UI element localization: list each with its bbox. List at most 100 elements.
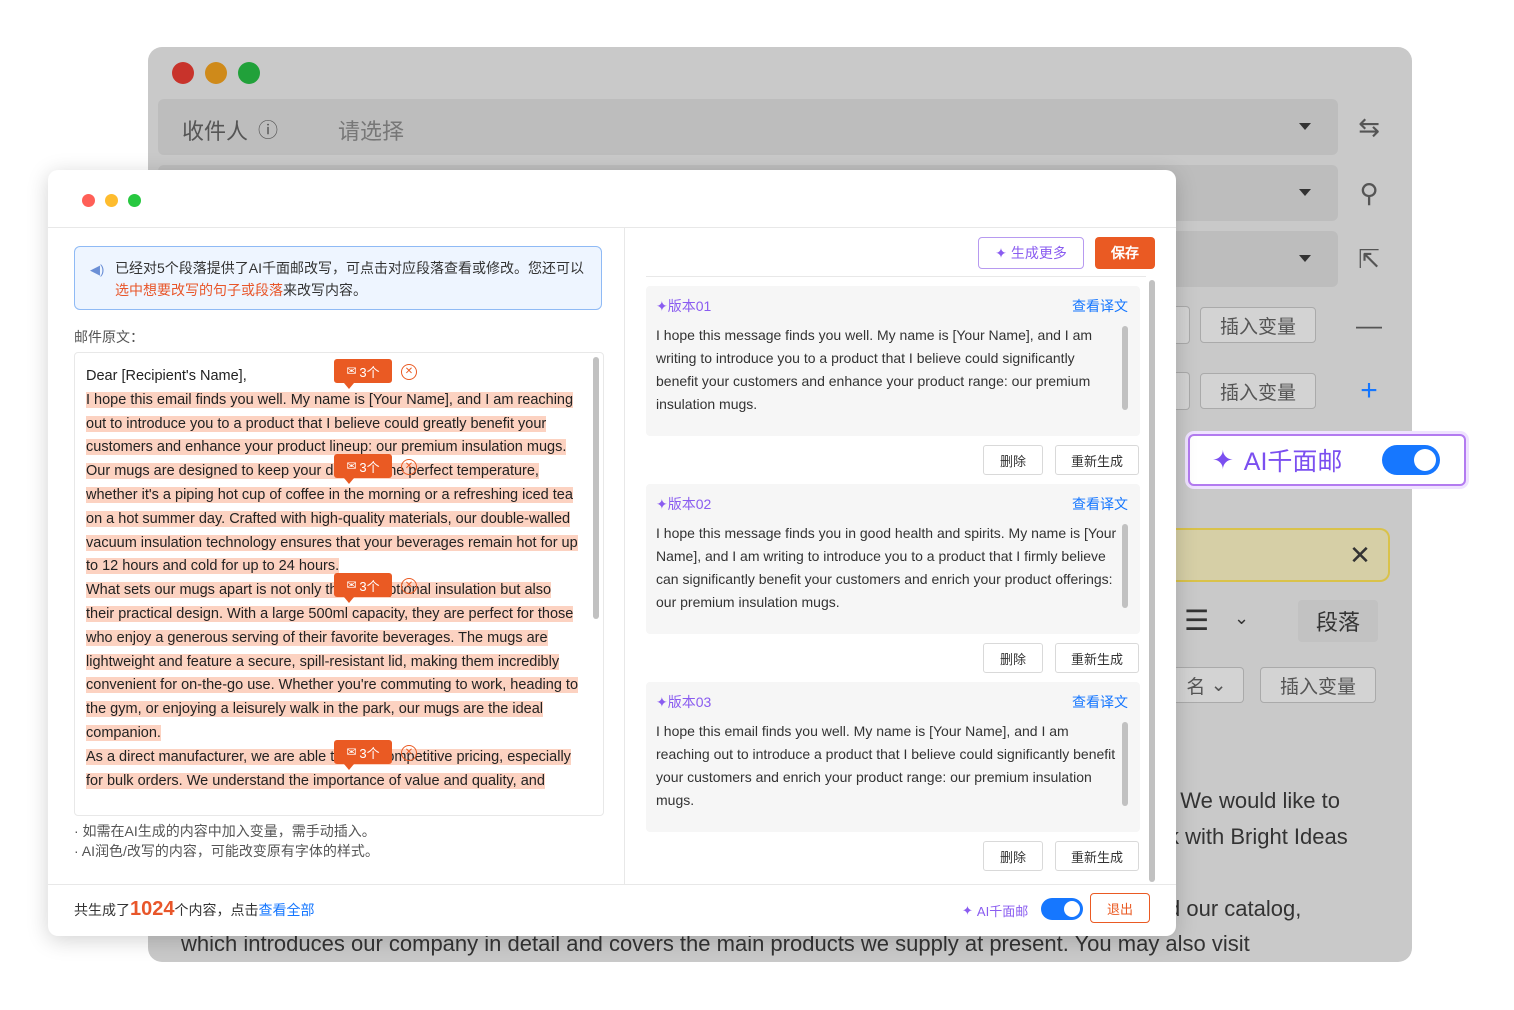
badge-label: 3个 — [359, 459, 380, 475]
version-card[interactable]: ✦版本01 查看译文 I hope this message finds you… — [646, 286, 1140, 436]
scrollbar[interactable] — [1149, 280, 1155, 882]
notice-highlight: 选中想要改写的句子或段落 — [115, 282, 283, 298]
notes: · 如需在AI生成的内容中加入变量，需手动插入。 · AI润色/改写的内容，可能… — [74, 821, 379, 861]
summary-middle: 个内容，点击 — [174, 902, 259, 918]
version-text[interactable]: I hope this email finds you well. My nam… — [656, 720, 1118, 812]
insert-variable-button[interactable]: 插入变量 — [1200, 373, 1316, 409]
version-title: ✦版本03 — [656, 694, 712, 710]
mail-icon: ✉ — [346, 364, 357, 378]
generate-more-button[interactable]: ✦ 生成更多 — [978, 237, 1084, 269]
version-title: ✦版本01 — [656, 298, 712, 314]
version-title: ✦版本02 — [656, 496, 712, 512]
view-translation-link[interactable]: 查看译文 — [1072, 296, 1128, 316]
paragraph-select[interactable]: 段落 — [1298, 600, 1378, 642]
mail-icon: ✉ — [346, 745, 357, 759]
version-card[interactable]: ✦版本03 查看译文 I hope this email finds you w… — [646, 682, 1140, 832]
version-count-badge[interactable]: ✉ 3个 — [334, 573, 392, 603]
swap-icon[interactable]: ⇆ — [1353, 111, 1385, 143]
user-search-icon[interactable]: ⚲ — [1353, 177, 1385, 209]
save-button[interactable]: 保存 — [1095, 237, 1155, 269]
delete-button[interactable]: 删除 — [983, 643, 1043, 673]
insert-variable-button[interactable]: 插入变量 — [1200, 307, 1316, 343]
export-icon[interactable]: ⇱ — [1353, 243, 1385, 275]
close-icon[interactable]: ✕ — [401, 364, 417, 380]
recipient-select[interactable]: 请选择 — [338, 114, 404, 146]
close-icon[interactable]: ✕ — [401, 578, 417, 594]
close-icon[interactable]: ✕ — [401, 745, 417, 761]
email-body-line: k with Bright Ideas — [1168, 824, 1348, 849]
ai-mode-toggle[interactable] — [1041, 898, 1083, 920]
sparkle-icon: ✦ — [1212, 444, 1234, 475]
dialog-minimize-dot[interactable] — [105, 194, 118, 207]
paragraph-3[interactable]: What sets our mugs apart is not only the… — [86, 582, 579, 741]
window-maximize-dot[interactable] — [238, 62, 260, 84]
dialog-maximize-dot[interactable] — [128, 194, 141, 207]
badge-label: 3个 — [359, 364, 380, 380]
window-close-dot[interactable] — [172, 62, 194, 84]
signature-select[interactable]: 名 ⌄ — [1170, 667, 1244, 703]
ai-toggle-switch[interactable] — [1382, 445, 1440, 475]
insert-variable-button[interactable]: 插入变量 — [1260, 667, 1376, 703]
delete-button[interactable]: 删除 — [983, 445, 1043, 475]
version-count-badge[interactable]: ✉ 3个 — [334, 454, 392, 484]
exit-button[interactable]: 退出 — [1090, 893, 1150, 923]
signature-label: 名 — [1186, 676, 1206, 698]
view-translation-link[interactable]: 查看译文 — [1072, 494, 1128, 514]
dialog-close-dot[interactable] — [82, 194, 95, 207]
close-icon[interactable]: ✕ — [1344, 539, 1376, 571]
info-notice: ◀) 已经对5个段落提供了AI千面邮改写，可点击对应段落查看或修改。您还可以选中… — [74, 246, 602, 310]
version-title-text: 版本01 — [667, 298, 712, 314]
ai-rewrite-dialog: ◀) 已经对5个段落提供了AI千面邮改写，可点击对应段落查看或修改。您还可以选中… — [48, 170, 1176, 936]
version-card[interactable]: ✦版本02 查看译文 I hope this message finds you… — [646, 484, 1140, 634]
panel-divider — [624, 228, 625, 884]
version-count-badge[interactable]: ✉ 3个 — [334, 359, 392, 389]
chevron-down-icon[interactable] — [1299, 189, 1311, 196]
right-header-divider — [646, 276, 1146, 277]
chevron-down-icon[interactable] — [1299, 255, 1311, 262]
delete-button[interactable]: 删除 — [983, 841, 1043, 871]
version-count-badge[interactable]: ✉ 3个 — [334, 740, 392, 770]
minus-icon[interactable]: — — [1353, 309, 1385, 341]
view-translation-link[interactable]: 查看译文 — [1072, 692, 1128, 712]
scrollbar[interactable] — [1122, 326, 1128, 410]
mail-icon: ✉ — [346, 459, 357, 473]
close-icon[interactable]: ✕ — [401, 459, 417, 475]
ai-toggle-chip[interactable]: ✦ AI千面邮 — [1188, 434, 1466, 486]
view-all-link[interactable]: 查看全部 — [259, 902, 315, 918]
version-text[interactable]: I hope this message finds you in good he… — [656, 522, 1118, 614]
ai-mode-label: ✦ AI千面邮 — [962, 901, 1028, 920]
sparkle-icon: ✦ — [995, 244, 1007, 261]
scrollbar[interactable] — [1122, 524, 1128, 608]
version-text[interactable]: I hope this message finds you well. My n… — [656, 324, 1118, 416]
chevron-down-icon[interactable] — [1299, 123, 1311, 130]
scrollbar[interactable] — [593, 357, 599, 619]
paragraph-2[interactable]: Our mugs are designed to keep your drink… — [86, 463, 578, 575]
chevron-down-icon[interactable]: ⌄ — [1234, 608, 1249, 629]
note-line: · 如需在AI生成的内容中加入变量，需手动插入。 — [74, 823, 376, 839]
regenerate-button[interactable]: 重新生成 — [1055, 643, 1139, 673]
ai-toggle-label: AI千面邮 — [1243, 448, 1343, 476]
scrollbar[interactable] — [1122, 722, 1128, 806]
summary-count: 1024 — [130, 898, 175, 920]
help-icon: ⓘ — [258, 120, 278, 142]
badge-label: 3个 — [359, 745, 380, 761]
paragraph-4[interactable]: As a direct manufacturer, we are able to… — [86, 748, 571, 789]
sparkle-icon: ✦ — [962, 902, 973, 918]
recipient-row[interactable] — [158, 99, 1338, 155]
footer-divider — [48, 884, 1176, 885]
version-title-text: 版本02 — [667, 496, 712, 512]
note-line: · AI润色/改写的内容，可能改变原有字体的样式。 — [74, 843, 379, 859]
speaker-icon: ◀) — [90, 262, 105, 277]
mail-icon: ✉ — [346, 578, 357, 592]
regenerate-button[interactable]: 重新生成 — [1055, 445, 1139, 475]
list-icon[interactable]: ☰ — [1184, 604, 1209, 637]
toggle-knob — [1414, 449, 1436, 471]
generate-more-label: 生成更多 — [1010, 245, 1067, 261]
plus-icon[interactable]: + — [1353, 375, 1385, 407]
summary-prefix: 共生成了 — [74, 902, 130, 918]
paragraph-1[interactable]: I hope this email finds you well. My nam… — [86, 391, 574, 456]
ai-mode-text: AI千面邮 — [976, 904, 1029, 919]
version-title-text: 版本03 — [667, 694, 712, 710]
window-minimize-dot[interactable] — [205, 62, 227, 84]
regenerate-button[interactable]: 重新生成 — [1055, 841, 1139, 871]
